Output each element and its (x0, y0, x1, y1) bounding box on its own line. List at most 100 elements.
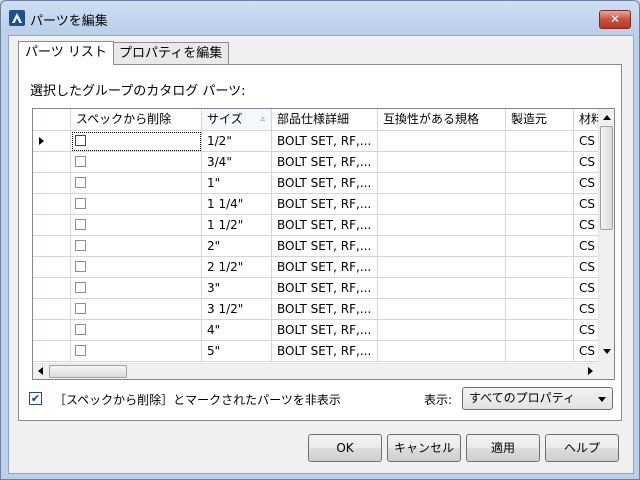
size-cell[interactable]: 3/4" (202, 152, 272, 173)
tab-parts-list[interactable]: パーツ リスト (18, 41, 114, 65)
part-description-cell[interactable]: BOLT SET, RF,... (272, 257, 378, 278)
row-header-cell[interactable] (33, 320, 71, 341)
material-cell[interactable]: CS (574, 278, 598, 299)
table-row[interactable]: 1" BOLT SET, RF,... CS (33, 173, 598, 194)
close-button[interactable]: ✕ (599, 10, 631, 29)
remove-from-spec-checkbox[interactable] (75, 261, 86, 272)
column-header-remove-from-spec[interactable]: スペックから削除 (71, 109, 202, 130)
manufacturer-cell[interactable] (506, 215, 574, 236)
row-header-cell[interactable] (33, 341, 71, 362)
remove-from-spec-checkbox[interactable] (75, 303, 86, 314)
remove-from-spec-cell[interactable] (71, 236, 202, 257)
remove-from-spec-cell[interactable] (71, 152, 202, 173)
row-header-cell[interactable] (33, 236, 71, 257)
part-description-cell[interactable]: BOLT SET, RF,... (272, 194, 378, 215)
size-cell[interactable]: 4" (202, 320, 272, 341)
remove-from-spec-checkbox[interactable] (75, 135, 86, 146)
manufacturer-cell[interactable] (506, 278, 574, 299)
remove-from-spec-checkbox[interactable] (75, 219, 86, 230)
parts-grid[interactable]: スペックから削除 サイズ ▵ 部品仕様詳細 互換性がある規格 製造元 材料 1/… (32, 108, 615, 380)
row-header-cell[interactable] (33, 194, 71, 215)
table-row[interactable]: 3" BOLT SET, RF,... CS (33, 278, 598, 299)
part-description-cell[interactable]: BOLT SET, RF,... (272, 173, 378, 194)
part-description-cell[interactable]: BOLT SET, RF,... (272, 236, 378, 257)
material-cell[interactable]: CS (574, 173, 598, 194)
display-properties-dropdown[interactable]: すべてのプロパティ (462, 387, 613, 410)
horizontal-scroll-thumb[interactable] (49, 365, 127, 378)
size-cell[interactable]: 2 1/2" (202, 257, 272, 278)
remove-from-spec-cell[interactable] (71, 194, 202, 215)
remove-from-spec-checkbox[interactable] (75, 177, 86, 188)
remove-from-spec-checkbox[interactable] (75, 240, 86, 251)
cancel-button[interactable]: キャンセル (387, 434, 461, 462)
remove-from-spec-checkbox[interactable] (75, 324, 86, 335)
manufacturer-cell[interactable] (506, 131, 574, 152)
remove-from-spec-cell[interactable] (71, 215, 202, 236)
scroll-down-arrow-icon[interactable] (603, 349, 611, 354)
part-description-cell[interactable]: BOLT SET, RF,... (272, 278, 378, 299)
part-description-cell[interactable]: BOLT SET, RF,... (272, 215, 378, 236)
compatible-standard-cell[interactable] (378, 152, 506, 173)
compatible-standard-cell[interactable] (378, 194, 506, 215)
compatible-standard-cell[interactable] (378, 236, 506, 257)
remove-from-spec-checkbox[interactable] (75, 345, 86, 356)
row-header-cell[interactable] (33, 152, 71, 173)
hide-removed-parts-checkbox[interactable]: ✔ (29, 392, 42, 405)
compatible-standard-cell[interactable] (378, 257, 506, 278)
manufacturer-cell[interactable] (506, 257, 574, 278)
scroll-left-arrow-icon[interactable] (38, 367, 43, 375)
compatible-standard-cell[interactable] (378, 299, 506, 320)
table-row[interactable]: 1 1/2" BOLT SET, RF,... CS (33, 215, 598, 236)
remove-from-spec-cell[interactable] (71, 320, 202, 341)
row-header-cell[interactable] (33, 215, 71, 236)
size-cell[interactable]: 2" (202, 236, 272, 257)
material-cell[interactable]: CS (574, 299, 598, 320)
remove-from-spec-cell[interactable] (71, 131, 202, 152)
compatible-standard-cell[interactable] (378, 278, 506, 299)
part-description-cell[interactable]: BOLT SET, RF,... (272, 320, 378, 341)
table-row[interactable]: 2 1/2" BOLT SET, RF,... CS (33, 257, 598, 278)
row-header-cell[interactable] (33, 173, 71, 194)
manufacturer-cell[interactable] (506, 236, 574, 257)
table-row[interactable]: 1 1/4" BOLT SET, RF,... CS (33, 194, 598, 215)
remove-from-spec-cell[interactable] (71, 299, 202, 320)
table-row[interactable]: 5" BOLT SET, RF,... CS (33, 341, 598, 362)
column-header-size[interactable]: サイズ ▵ (202, 109, 272, 130)
part-description-cell[interactable]: BOLT SET, RF,... (272, 131, 378, 152)
table-row[interactable]: 2" BOLT SET, RF,... CS (33, 236, 598, 257)
apply-button[interactable]: 適用 (466, 434, 540, 462)
vertical-scroll-thumb[interactable] (600, 126, 613, 230)
column-header-material[interactable]: 材料 (574, 109, 598, 130)
material-cell[interactable]: CS (574, 152, 598, 173)
remove-from-spec-checkbox[interactable] (75, 198, 86, 209)
size-cell[interactable]: 1" (202, 173, 272, 194)
table-row[interactable]: 4" BOLT SET, RF,... CS (33, 320, 598, 341)
help-button[interactable]: ヘルプ (545, 434, 619, 462)
column-header-part-description[interactable]: 部品仕様詳細 (272, 109, 378, 130)
table-row[interactable]: 1/2" BOLT SET, RF,... CS (33, 131, 598, 152)
remove-from-spec-cell[interactable] (71, 341, 202, 362)
part-description-cell[interactable]: BOLT SET, RF,... (272, 152, 378, 173)
compatible-standard-cell[interactable] (378, 320, 506, 341)
vertical-scrollbar[interactable] (598, 109, 614, 363)
material-cell[interactable]: CS (574, 257, 598, 278)
manufacturer-cell[interactable] (506, 341, 574, 362)
part-description-cell[interactable]: BOLT SET, RF,... (272, 299, 378, 320)
compatible-standard-cell[interactable] (378, 341, 506, 362)
manufacturer-cell[interactable] (506, 152, 574, 173)
remove-from-spec-cell[interactable] (71, 278, 202, 299)
current-row-indicator[interactable] (33, 131, 71, 152)
material-cell[interactable]: CS (574, 341, 598, 362)
size-cell[interactable]: 3" (202, 278, 272, 299)
size-cell[interactable]: 1 1/2" (202, 215, 272, 236)
scroll-right-arrow-icon[interactable] (588, 367, 593, 375)
material-cell[interactable]: CS (574, 131, 598, 152)
scroll-up-arrow-icon[interactable] (603, 115, 611, 120)
table-row[interactable]: 3 1/2" BOLT SET, RF,... CS (33, 299, 598, 320)
table-row[interactable]: 3/4" BOLT SET, RF,... CS (33, 152, 598, 173)
remove-from-spec-checkbox[interactable] (75, 156, 86, 167)
remove-from-spec-checkbox[interactable] (75, 282, 86, 293)
compatible-standard-cell[interactable] (378, 215, 506, 236)
manufacturer-cell[interactable] (506, 320, 574, 341)
size-cell[interactable]: 1/2" (202, 131, 272, 152)
